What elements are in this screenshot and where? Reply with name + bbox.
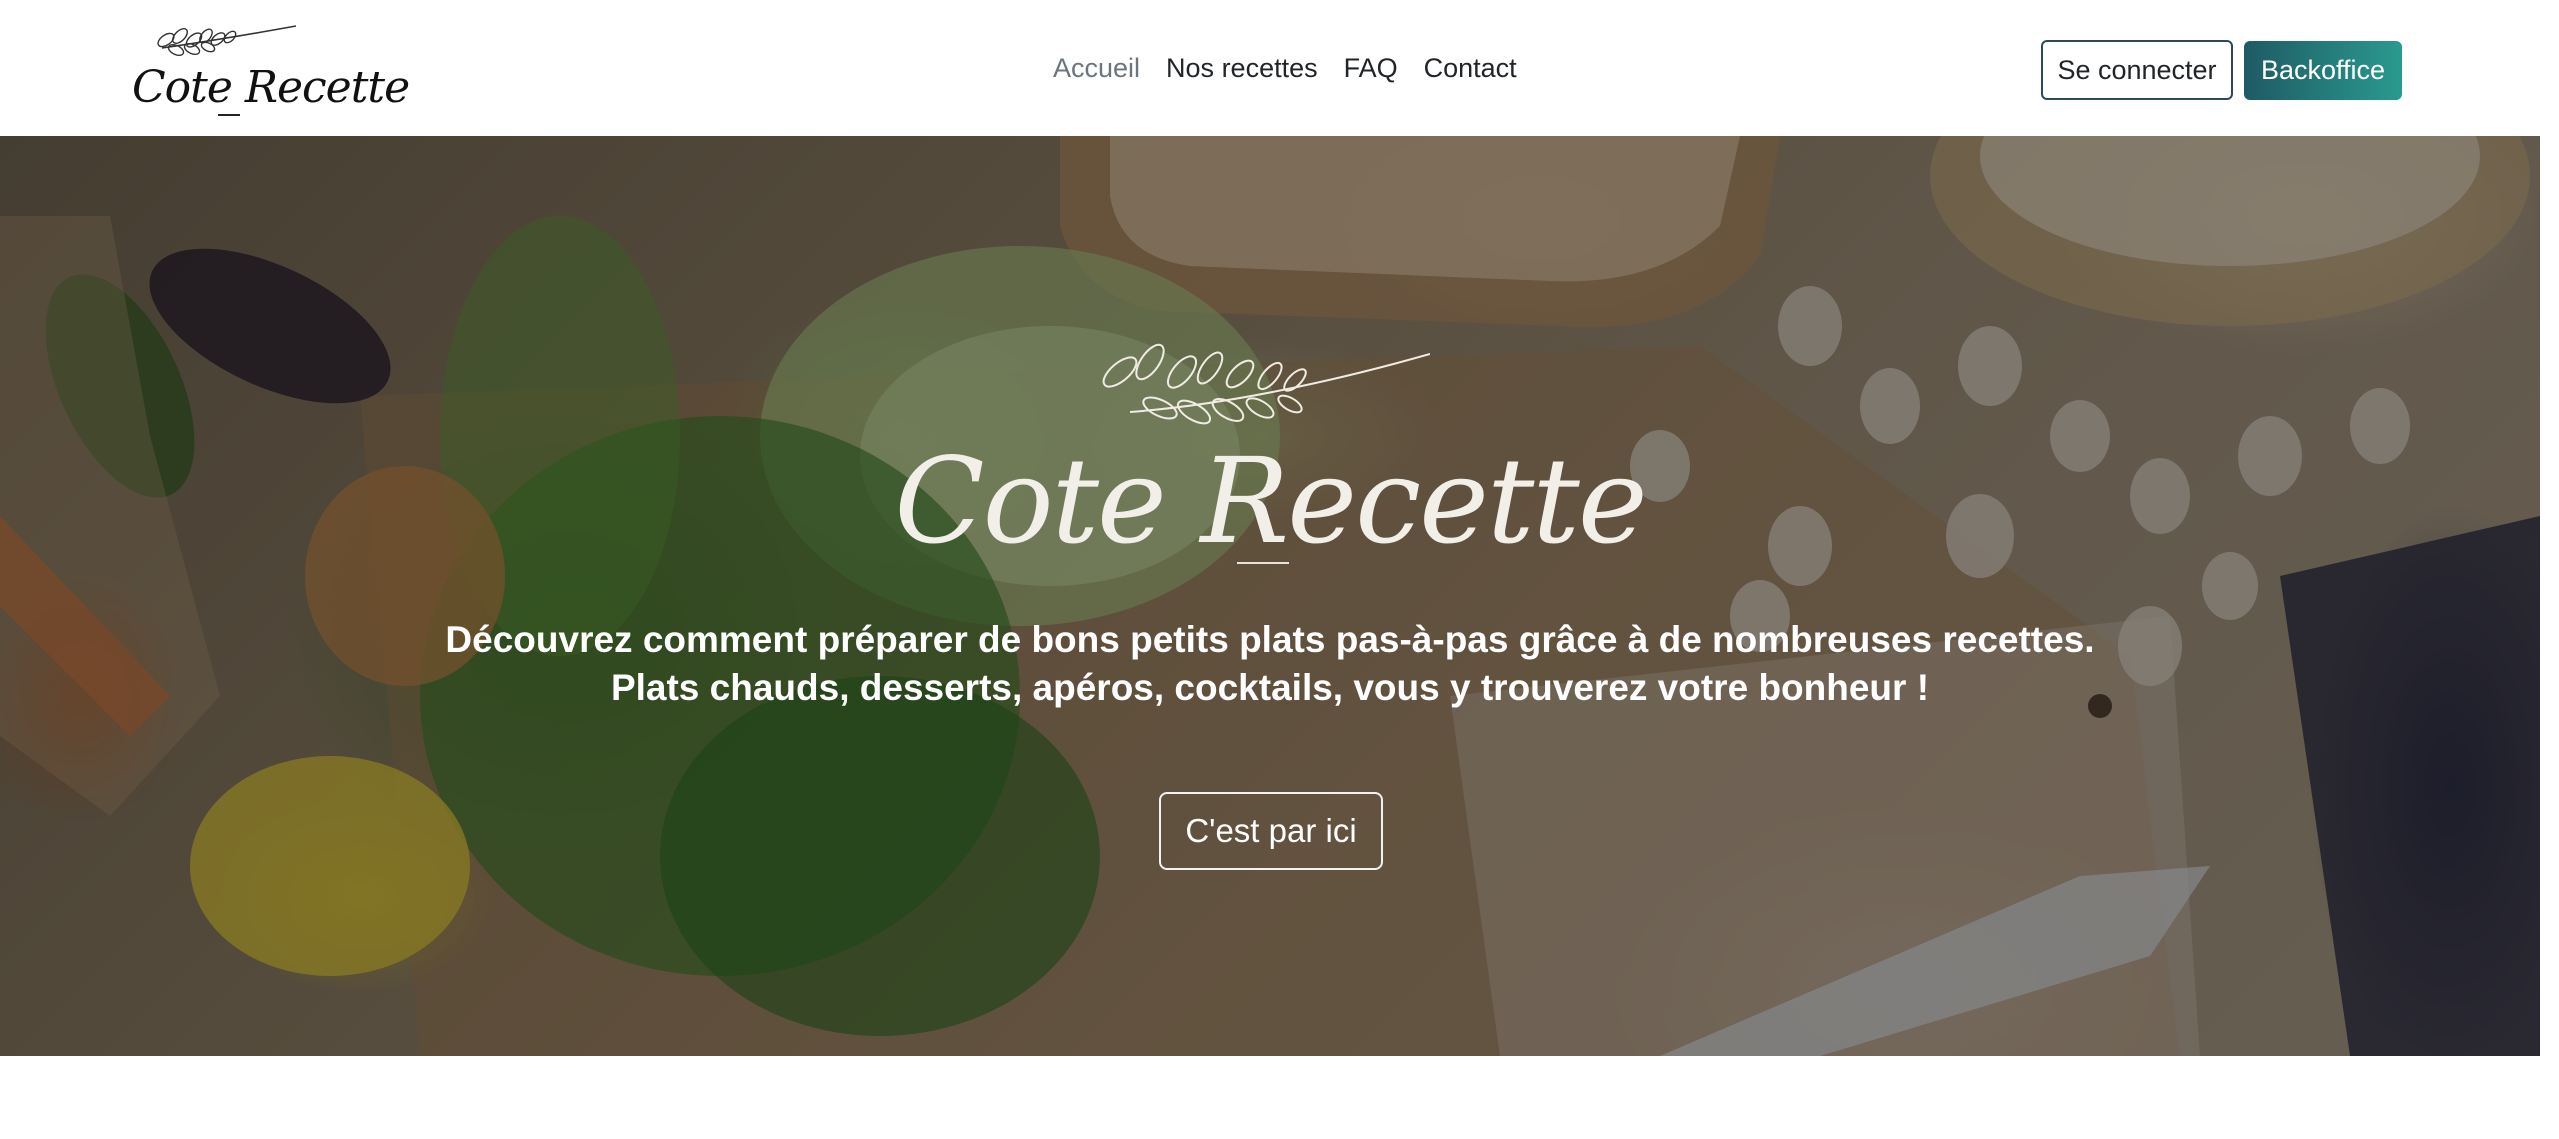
hero-description-line-2: Plats chauds, desserts, apéros, cocktail…: [610, 667, 1930, 708]
nav-item-nos-recettes[interactable]: Nos recettes: [1153, 48, 1331, 88]
hero-description: Découvrez comment préparer de bons petit…: [0, 616, 2540, 712]
login-button[interactable]: Se connecter: [2041, 40, 2233, 100]
site-logo[interactable]: Cote Recette: [128, 18, 410, 118]
hero-title-underline: [1237, 562, 1289, 564]
logo-underline: [218, 114, 240, 116]
logo-branch-icon: [157, 25, 297, 56]
hero-cta-button[interactable]: C'est par ici: [1159, 792, 1383, 870]
hero-title: Cote Recette: [894, 432, 1647, 570]
hero-branch-icon: [1102, 343, 1430, 425]
hero-overlay: [0, 136, 2540, 1056]
hero-description-line-1: Découvrez comment préparer de bons petit…: [445, 619, 2095, 660]
nav-item-faq[interactable]: FAQ: [1331, 48, 1411, 88]
backoffice-button[interactable]: Backoffice: [2244, 41, 2402, 100]
nav-item-contact[interactable]: Contact: [1411, 48, 1530, 88]
main-nav: Accueil Nos recettes FAQ Contact: [1040, 48, 1530, 88]
site-header: Cote Recette Accueil Nos recettes FAQ Co…: [0, 0, 2559, 136]
logo-text: Cote Recette: [132, 62, 410, 113]
hero-banner: Cote Recette Découvrez comment préparer …: [0, 136, 2540, 1056]
nav-item-accueil[interactable]: Accueil: [1040, 48, 1153, 88]
